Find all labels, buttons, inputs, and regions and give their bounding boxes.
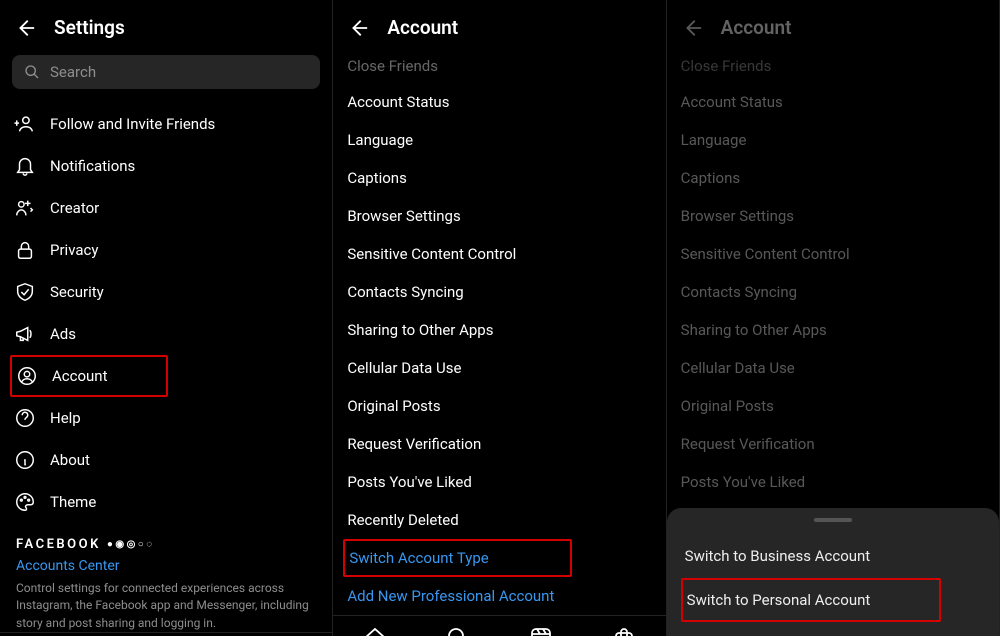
shield-icon — [14, 281, 36, 303]
switch-account-type[interactable]: Switch Account Type — [343, 539, 571, 577]
page-title: Account — [387, 16, 458, 39]
lock-icon — [14, 239, 36, 261]
back-arrow-icon[interactable] — [14, 17, 36, 39]
search-placeholder: Search — [50, 63, 96, 81]
megaphone-icon — [14, 323, 36, 345]
account-item[interactable]: Language — [347, 121, 651, 159]
bell-icon — [14, 155, 36, 177]
settings-item-help[interactable]: Help — [14, 397, 318, 439]
back-arrow-icon[interactable] — [681, 17, 703, 39]
sheet-handle[interactable] — [814, 518, 852, 522]
account-item[interactable]: Recently Deleted — [347, 501, 651, 539]
item-label: Security — [50, 283, 104, 301]
page-title: Settings — [54, 16, 125, 39]
truncated-item[interactable]: Close Friends — [347, 55, 651, 83]
accounts-center-desc: Control settings for connected experienc… — [16, 580, 316, 632]
account-item[interactable]: Sharing to Other Apps — [347, 311, 651, 349]
user-circle-icon — [16, 365, 38, 387]
palette-icon — [14, 491, 36, 513]
account-item: Browser Settings — [681, 197, 985, 235]
add-professional-account[interactable]: Add New Professional Account — [347, 577, 651, 615]
switch-to-business[interactable]: Switch to Business Account — [685, 534, 981, 578]
switch-account-sheet: Switch to Business Account Switch to Per… — [667, 508, 999, 636]
account-item: Account Status — [681, 83, 985, 121]
settings-item-notifications[interactable]: Notifications — [14, 145, 318, 187]
home-icon[interactable] — [363, 626, 387, 636]
item-label: Theme — [50, 493, 96, 511]
account-item: Original Posts — [681, 387, 985, 425]
bottom-nav — [0, 632, 332, 636]
item-label: Account — [52, 367, 108, 385]
help-icon — [14, 407, 36, 429]
info-icon — [14, 449, 36, 471]
item-label: Notifications — [50, 157, 135, 175]
search-nav-icon[interactable] — [446, 626, 470, 636]
settings-item-theme[interactable]: Theme — [14, 481, 318, 523]
settings-item-security[interactable]: Security — [14, 271, 318, 313]
bottom-nav — [333, 615, 665, 636]
settings-item-creator[interactable]: Creator — [14, 187, 318, 229]
switch-to-personal[interactable]: Switch to Personal Account — [681, 578, 941, 622]
account-item[interactable]: Captions — [347, 159, 651, 197]
account-item[interactable]: Browser Settings — [347, 197, 651, 235]
item-label: Privacy — [50, 241, 98, 259]
account-item: Cellular Data Use — [681, 349, 985, 387]
facebook-heading: FACEBOOK ● ◉ ◎ ○ ◌ — [16, 537, 316, 552]
settings-list: Follow and Invite Friends Notifications … — [0, 103, 332, 632]
item-label: About — [50, 451, 90, 469]
search-icon — [24, 64, 40, 80]
account-item: Language — [681, 121, 985, 159]
account-item[interactable]: Posts You've Liked — [347, 463, 651, 501]
account-item[interactable]: Request Verification — [347, 425, 651, 463]
settings-item-account[interactable]: Account — [10, 355, 168, 397]
account-item[interactable]: Sensitive Content Control — [347, 235, 651, 273]
star-icon — [14, 197, 36, 219]
account-item: Request Verification — [681, 425, 985, 463]
settings-header: Settings — [0, 0, 332, 55]
account-list: Close Friends Account Status Language Ca… — [333, 55, 665, 615]
truncated-item: Close Friends — [681, 55, 985, 83]
add-person-icon — [14, 113, 36, 135]
account-item[interactable]: Account Status — [347, 83, 651, 121]
account-item[interactable]: Cellular Data Use — [347, 349, 651, 387]
settings-item-about[interactable]: About — [14, 439, 318, 481]
account-header: Account — [333, 0, 665, 55]
search-input[interactable]: Search — [12, 55, 320, 89]
account-item[interactable]: Contacts Syncing — [347, 273, 651, 311]
account-header: Account — [667, 0, 999, 55]
settings-item-privacy[interactable]: Privacy — [14, 229, 318, 271]
page-title: Account — [721, 16, 792, 39]
settings-item-follow[interactable]: Follow and Invite Friends — [14, 103, 318, 145]
back-arrow-icon[interactable] — [347, 17, 369, 39]
account-item: Posts You've Liked — [681, 463, 985, 501]
reels-icon[interactable] — [529, 626, 553, 636]
account-item: Sensitive Content Control — [681, 235, 985, 273]
account-item: Contacts Syncing — [681, 273, 985, 311]
item-label: Creator — [50, 199, 99, 217]
item-label: Help — [50, 409, 81, 427]
account-item: Captions — [681, 159, 985, 197]
settings-item-ads[interactable]: Ads — [14, 313, 318, 355]
shop-icon[interactable] — [612, 626, 636, 636]
account-item[interactable]: Original Posts — [347, 387, 651, 425]
account-item: Sharing to Other Apps — [681, 311, 985, 349]
accounts-center-link[interactable]: Accounts Center — [16, 552, 316, 580]
item-label: Ads — [50, 325, 76, 343]
item-label: Follow and Invite Friends — [50, 115, 215, 133]
